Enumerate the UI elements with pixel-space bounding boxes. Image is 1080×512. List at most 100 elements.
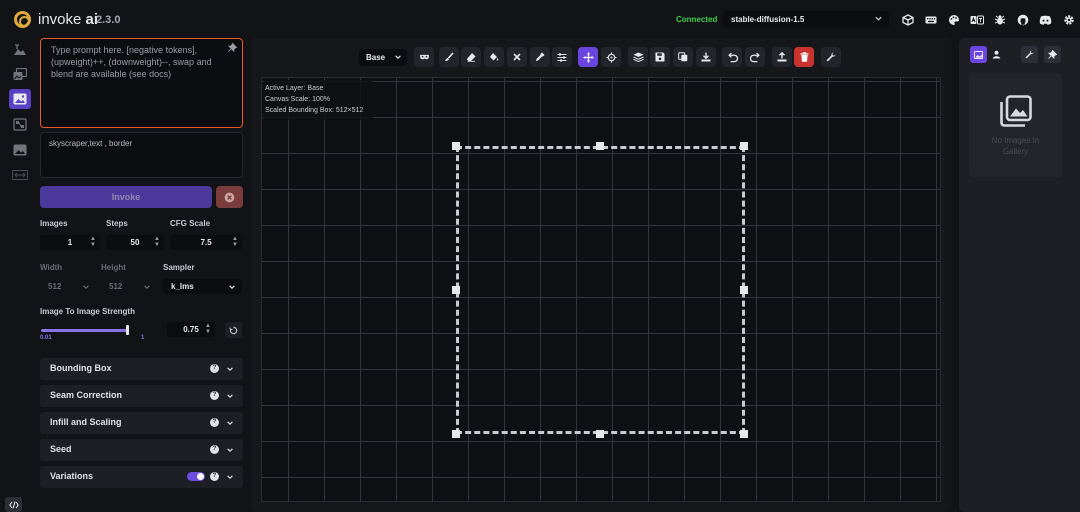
accordion-seed[interactable]: Seed ? bbox=[40, 439, 243, 461]
discord-icon[interactable] bbox=[1034, 11, 1057, 28]
language-translate-icon[interactable] bbox=[965, 11, 988, 28]
layer-select[interactable]: Base bbox=[359, 49, 407, 66]
mask-options-button[interactable] bbox=[414, 47, 434, 67]
accordion-variations[interactable]: Variations ? bbox=[40, 466, 243, 488]
app-version: 2.3.0 bbox=[96, 14, 121, 26]
erase-bounding-box-button[interactable] bbox=[507, 47, 527, 67]
pin-icon[interactable] bbox=[228, 43, 237, 52]
accordion-label: Variations bbox=[50, 471, 94, 481]
sampler-select[interactable]: k_lms bbox=[163, 279, 242, 294]
image-to-image-icon bbox=[13, 67, 27, 81]
stepper-arrows-icon[interactable]: ▲ ▼ bbox=[205, 323, 211, 335]
accordion-infill-scaling[interactable]: Infill and Scaling ? bbox=[40, 412, 243, 434]
github-icon[interactable] bbox=[1011, 11, 1034, 28]
slider-max-label: 1 bbox=[141, 335, 145, 341]
copy-to-clipboard-button[interactable] bbox=[673, 47, 693, 67]
bbox-handle-top-left[interactable] bbox=[452, 142, 460, 150]
bbox-handle-bottom[interactable] bbox=[596, 430, 604, 438]
help-icon[interactable]: ? bbox=[210, 445, 219, 454]
empty-gallery-line-2: Gallery bbox=[1002, 147, 1029, 156]
stepper-arrows-icon[interactable]: ▲ ▼ bbox=[232, 236, 238, 248]
bbox-handle-top-right[interactable] bbox=[740, 142, 748, 150]
active-layer-text: Active Layer: Base bbox=[265, 85, 324, 92]
strength-slider-track[interactable] bbox=[41, 329, 129, 332]
gallery-user-tab[interactable] bbox=[988, 46, 1005, 63]
pin-gallery-button[interactable] bbox=[1044, 46, 1061, 63]
chevron-down-icon bbox=[226, 419, 234, 427]
help-icon[interactable]: ? bbox=[210, 418, 219, 427]
bbox-handle-right[interactable] bbox=[740, 286, 748, 294]
report-bug-icon[interactable] bbox=[988, 11, 1011, 28]
cancel-button[interactable] bbox=[216, 186, 243, 208]
toggle-options-button[interactable] bbox=[5, 497, 22, 512]
tab-text-to-image[interactable] bbox=[9, 39, 31, 59]
cfg-scale-input[interactable]: 7.5 ▲ ▼ bbox=[170, 235, 242, 250]
theme-palette-icon[interactable] bbox=[942, 11, 965, 28]
prompt-input[interactable]: Type prompt here. [negative tokens], (up… bbox=[40, 38, 243, 128]
tab-nodes[interactable] bbox=[9, 114, 31, 134]
tab-unified-canvas[interactable] bbox=[9, 89, 31, 109]
move-tool-button[interactable] bbox=[578, 47, 598, 67]
cfg-scale-value: 7.5 bbox=[200, 238, 212, 247]
height-label: Height bbox=[101, 263, 126, 272]
clear-canvas-button[interactable] bbox=[794, 47, 814, 67]
chevron-down-icon bbox=[143, 283, 151, 291]
strength-slider-thumb[interactable] bbox=[126, 325, 129, 335]
tab-image-to-image[interactable] bbox=[9, 64, 31, 84]
variations-toggle[interactable] bbox=[187, 472, 205, 481]
reset-icon bbox=[229, 326, 238, 335]
gallery-images-tab[interactable] bbox=[970, 46, 987, 63]
brush-options-button[interactable] bbox=[552, 47, 572, 67]
save-to-gallery-button[interactable] bbox=[650, 47, 670, 67]
images-input[interactable]: 1 ▲ ▼ bbox=[40, 235, 100, 250]
model-manager-cube-icon[interactable] bbox=[896, 11, 919, 28]
stepper-arrows-icon[interactable]: ▲ ▼ bbox=[90, 236, 96, 248]
invoke-button[interactable]: Invoke bbox=[40, 186, 212, 208]
width-select[interactable]: 512 bbox=[40, 279, 96, 294]
tab-training[interactable] bbox=[9, 165, 31, 185]
model-select[interactable]: stable-diffusion-1.5 bbox=[723, 11, 889, 28]
upload-button[interactable] bbox=[772, 47, 792, 67]
color-picker-button[interactable] bbox=[530, 47, 550, 67]
stepper-arrows-icon[interactable]: ▲ ▼ bbox=[154, 236, 160, 248]
chevron-down-icon bbox=[874, 14, 883, 23]
gallery-settings-button[interactable] bbox=[1021, 46, 1038, 63]
bbox-handle-bottom-left[interactable] bbox=[452, 430, 460, 438]
copy-icon bbox=[678, 52, 688, 62]
undo-icon bbox=[727, 52, 738, 63]
reset-view-button[interactable] bbox=[601, 47, 621, 67]
help-icon[interactable]: ? bbox=[210, 364, 219, 373]
reset-strength-button[interactable] bbox=[225, 322, 242, 338]
height-select[interactable]: 512 bbox=[101, 279, 157, 294]
bbox-handle-bottom-right[interactable] bbox=[740, 430, 748, 438]
accordion-bounding-box[interactable]: Bounding Box ? bbox=[40, 358, 243, 380]
sampler-value: k_lms bbox=[171, 282, 194, 291]
undo-button[interactable] bbox=[722, 47, 742, 67]
eraser-button[interactable] bbox=[461, 47, 481, 67]
canvas-settings-button[interactable] bbox=[821, 47, 841, 67]
settings-gear-icon[interactable] bbox=[1057, 11, 1080, 28]
chevron-down-icon bbox=[228, 283, 236, 291]
help-icon[interactable]: ? bbox=[210, 472, 219, 481]
help-icon[interactable]: ? bbox=[210, 391, 219, 400]
strength-input[interactable]: 0.75 ▲ ▼ bbox=[167, 322, 215, 337]
crosshair-icon bbox=[605, 51, 617, 63]
sliders-icon bbox=[557, 52, 567, 62]
bbox-handle-top[interactable] bbox=[596, 142, 604, 150]
steps-value: 50 bbox=[130, 238, 140, 247]
download-button[interactable] bbox=[696, 47, 716, 67]
steps-input[interactable]: 50 ▲ ▼ bbox=[106, 235, 164, 250]
width-value: 512 bbox=[48, 282, 62, 291]
chevron-down-icon bbox=[226, 446, 234, 454]
hotkeys-keyboard-icon[interactable] bbox=[919, 11, 942, 28]
negative-prompt-input[interactable]: skyscraper,text , border bbox=[40, 132, 243, 178]
fill-bounding-box-button[interactable] bbox=[484, 47, 504, 67]
images-label: Images bbox=[40, 219, 68, 228]
bounding-box[interactable] bbox=[456, 146, 745, 434]
merge-visible-button[interactable] bbox=[628, 47, 648, 67]
accordion-seam-correction[interactable]: Seam Correction ? bbox=[40, 385, 243, 407]
brush-button[interactable] bbox=[439, 47, 459, 67]
bbox-handle-left[interactable] bbox=[452, 286, 460, 294]
tab-postprocessing[interactable] bbox=[9, 140, 31, 160]
redo-button[interactable] bbox=[745, 47, 765, 67]
